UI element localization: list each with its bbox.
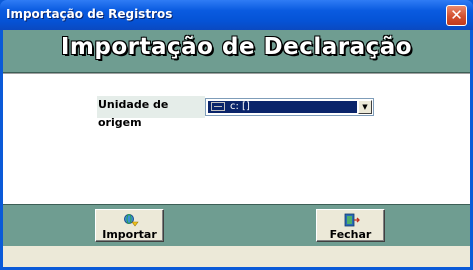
- import-button[interactable]: Importar: [95, 209, 164, 242]
- origin-unit-value-text: c: []: [230, 101, 250, 112]
- origin-unit-selected-value[interactable]: c: []: [208, 101, 357, 113]
- close-button-label: Fechar: [329, 228, 372, 241]
- origin-unit-select[interactable]: c: [] ▼: [205, 98, 374, 116]
- status-strip: [3, 246, 470, 267]
- dialog-window: Importação de Registros ✕ Importação de …: [0, 0, 473, 270]
- header-band: Importação de Declaração: [3, 30, 470, 73]
- import-button-label: Importar: [102, 228, 157, 241]
- close-window-button[interactable]: ✕: [446, 5, 467, 26]
- title-bar[interactable]: Importação de Registros ✕: [0, 0, 473, 30]
- close-button[interactable]: Fechar: [316, 209, 385, 242]
- footer-band: Importar Fechar: [3, 204, 470, 247]
- form-area: Unidade de origem c: [] ▼: [3, 73, 470, 205]
- import-icon: [124, 214, 139, 227]
- window-title: Importação de Registros: [6, 7, 173, 21]
- chevron-down-icon[interactable]: ▼: [358, 100, 372, 114]
- origin-unit-label: Unidade de origem: [97, 96, 205, 129]
- dialog-client-area: Importação de Declaração Unidade de orig…: [3, 30, 470, 267]
- drive-icon: [211, 102, 225, 111]
- exit-door-icon: [344, 213, 360, 227]
- page-title: Importação de Declaração: [60, 34, 413, 60]
